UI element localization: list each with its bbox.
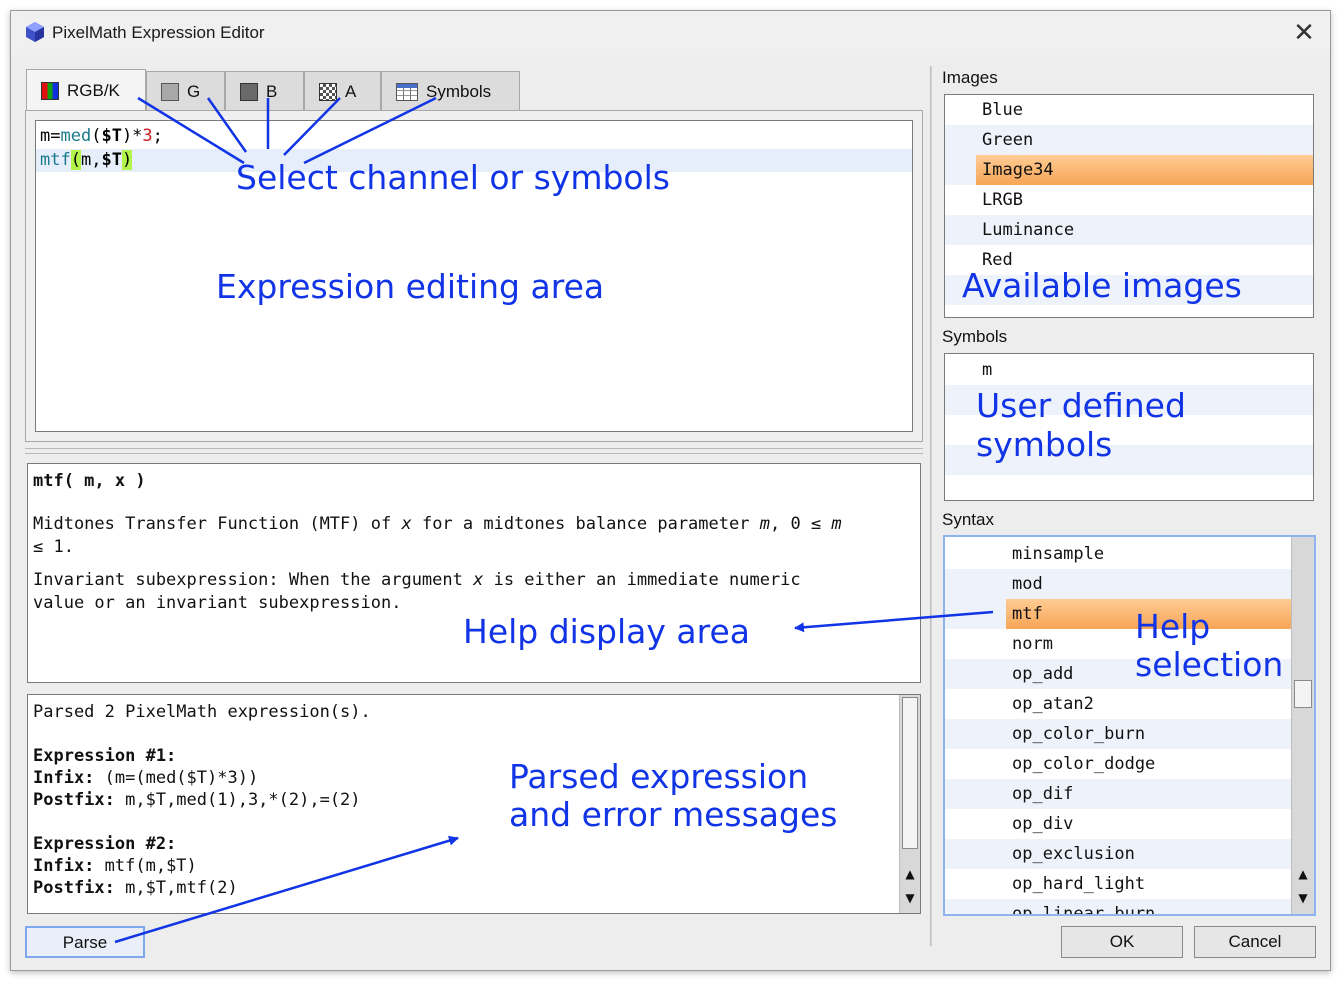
annotation-help-selection: selection: [1135, 645, 1284, 684]
annotation-parsed: and error messages: [509, 795, 838, 834]
annotation-available-images: Available images: [962, 266, 1242, 305]
annotation-parsed: Parsed expression: [509, 757, 809, 796]
annotation-help-display: Help display area: [463, 612, 750, 651]
annotation-help-selection: Help: [1135, 607, 1211, 646]
arrow-line: [283, 97, 341, 156]
arrow-line: [114, 835, 459, 944]
arrow-line: [303, 96, 437, 165]
arrow-line: [794, 610, 994, 633]
annotation-user-symbols: symbols: [976, 425, 1113, 464]
annotation-user-symbols: User defined: [976, 386, 1186, 425]
annotation-arrows: [114, 96, 994, 944]
annotation-expression-area: Expression editing area: [216, 267, 605, 306]
annotation-select-channel: Select channel or symbols: [236, 158, 670, 197]
arrow-line: [137, 96, 245, 165]
